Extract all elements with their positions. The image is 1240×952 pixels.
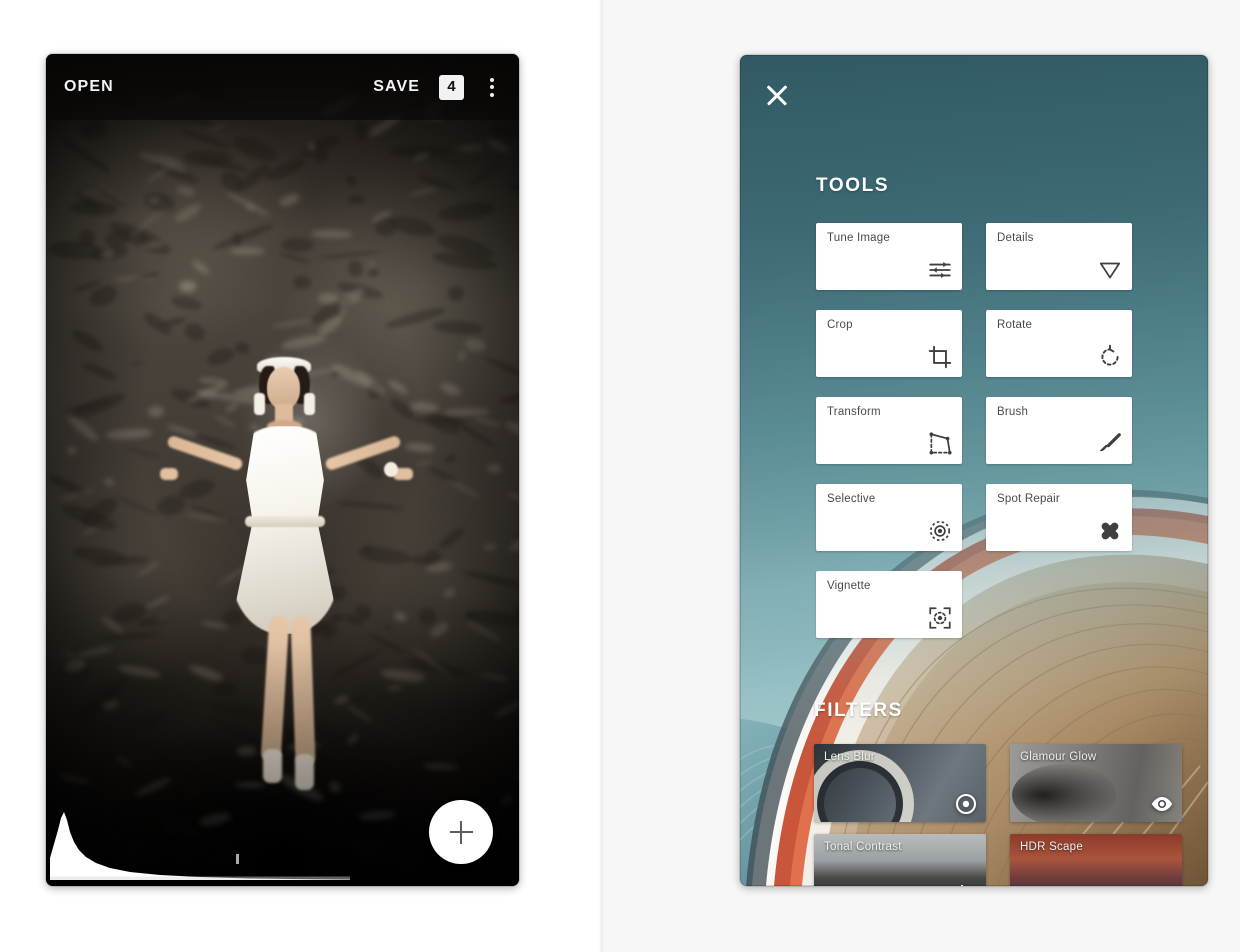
tool-card-crop[interactable]: Crop	[816, 310, 962, 377]
filter-card-lens-blur[interactable]: Lens Blur	[814, 744, 986, 822]
filter-label: Glamour Glow	[1020, 751, 1097, 763]
tool-label: Vignette	[827, 580, 871, 592]
add-layer-fab[interactable]	[429, 800, 493, 864]
mountain-icon	[1150, 882, 1174, 886]
tool-label: Crop	[827, 319, 853, 331]
tool-card-rotate[interactable]: Rotate	[986, 310, 1132, 377]
tool-card-tune-image[interactable]: Tune Image	[816, 223, 962, 290]
tool-card-spot-repair[interactable]: Spot Repair	[986, 484, 1132, 551]
save-button[interactable]: SAVE	[373, 78, 420, 96]
tool-card-vignette[interactable]: Vignette	[816, 571, 962, 638]
tool-label: Details	[997, 232, 1034, 244]
topbar-right-group: SAVE 4	[373, 74, 501, 100]
sliders-icon	[927, 257, 953, 283]
tool-card-details[interactable]: Details	[986, 223, 1132, 290]
tool-label: Transform	[827, 406, 881, 418]
filter-card-tonal-contrast[interactable]: Tonal Contrast	[814, 834, 986, 886]
filters-grid: Lens Blur Glamour Glow Tonal Contrast HD…	[814, 744, 1208, 886]
tool-label: Spot Repair	[997, 493, 1060, 505]
histogram-overlay	[50, 808, 350, 880]
open-button[interactable]: OPEN	[64, 78, 114, 96]
histogram-tick	[236, 854, 239, 864]
close-x-icon[interactable]	[762, 80, 792, 110]
tool-label: Tune Image	[827, 232, 890, 244]
filters-heading: FILTERS	[814, 700, 903, 721]
tool-label: Selective	[827, 493, 876, 505]
brush-icon	[1097, 431, 1123, 457]
filter-card-hdr-scape[interactable]: HDR Scape	[1010, 834, 1182, 886]
filter-label: HDR Scape	[1020, 841, 1083, 853]
vignette-icon	[927, 605, 953, 631]
tool-card-brush[interactable]: Brush	[986, 397, 1132, 464]
tool-card-selective[interactable]: Selective	[816, 484, 962, 551]
tool-label: Rotate	[997, 319, 1033, 331]
kebab-menu-icon[interactable]	[483, 75, 501, 100]
filter-card-glamour-glow[interactable]: Glamour Glow	[1010, 744, 1182, 822]
eye-icon	[1150, 792, 1174, 816]
waveform-icon	[954, 882, 978, 886]
screenshot-stage: OPEN SAVE 4 TOOLS Tune Image Details Cro…	[0, 0, 1240, 952]
layer-count-badge[interactable]: 4	[439, 74, 464, 100]
lens-circle-icon	[954, 792, 978, 816]
filter-label: Lens Blur	[824, 751, 875, 763]
editor-topbar: OPEN SAVE 4	[46, 54, 519, 120]
filter-label: Tonal Contrast	[824, 841, 902, 853]
tool-card-transform[interactable]: Transform	[816, 397, 962, 464]
plus-icon-vertical	[459, 820, 463, 844]
bandage-icon	[1097, 518, 1123, 544]
selective-target-icon	[927, 518, 953, 544]
tool-label: Brush	[997, 406, 1029, 418]
panel-divider	[599, 0, 604, 952]
right-phone-screen: TOOLS Tune Image Details Crop Rotate Tra…	[740, 55, 1208, 886]
transform-icon	[927, 431, 953, 457]
left-phone-screen: OPEN SAVE 4	[46, 54, 519, 886]
triangle-down-icon	[1097, 257, 1123, 283]
tools-grid: Tune Image Details Crop Rotate Transform…	[816, 223, 1208, 638]
crop-icon	[927, 344, 953, 370]
photo-vignette	[46, 54, 519, 886]
tools-heading: TOOLS	[816, 175, 890, 196]
rotate-icon	[1097, 344, 1123, 370]
